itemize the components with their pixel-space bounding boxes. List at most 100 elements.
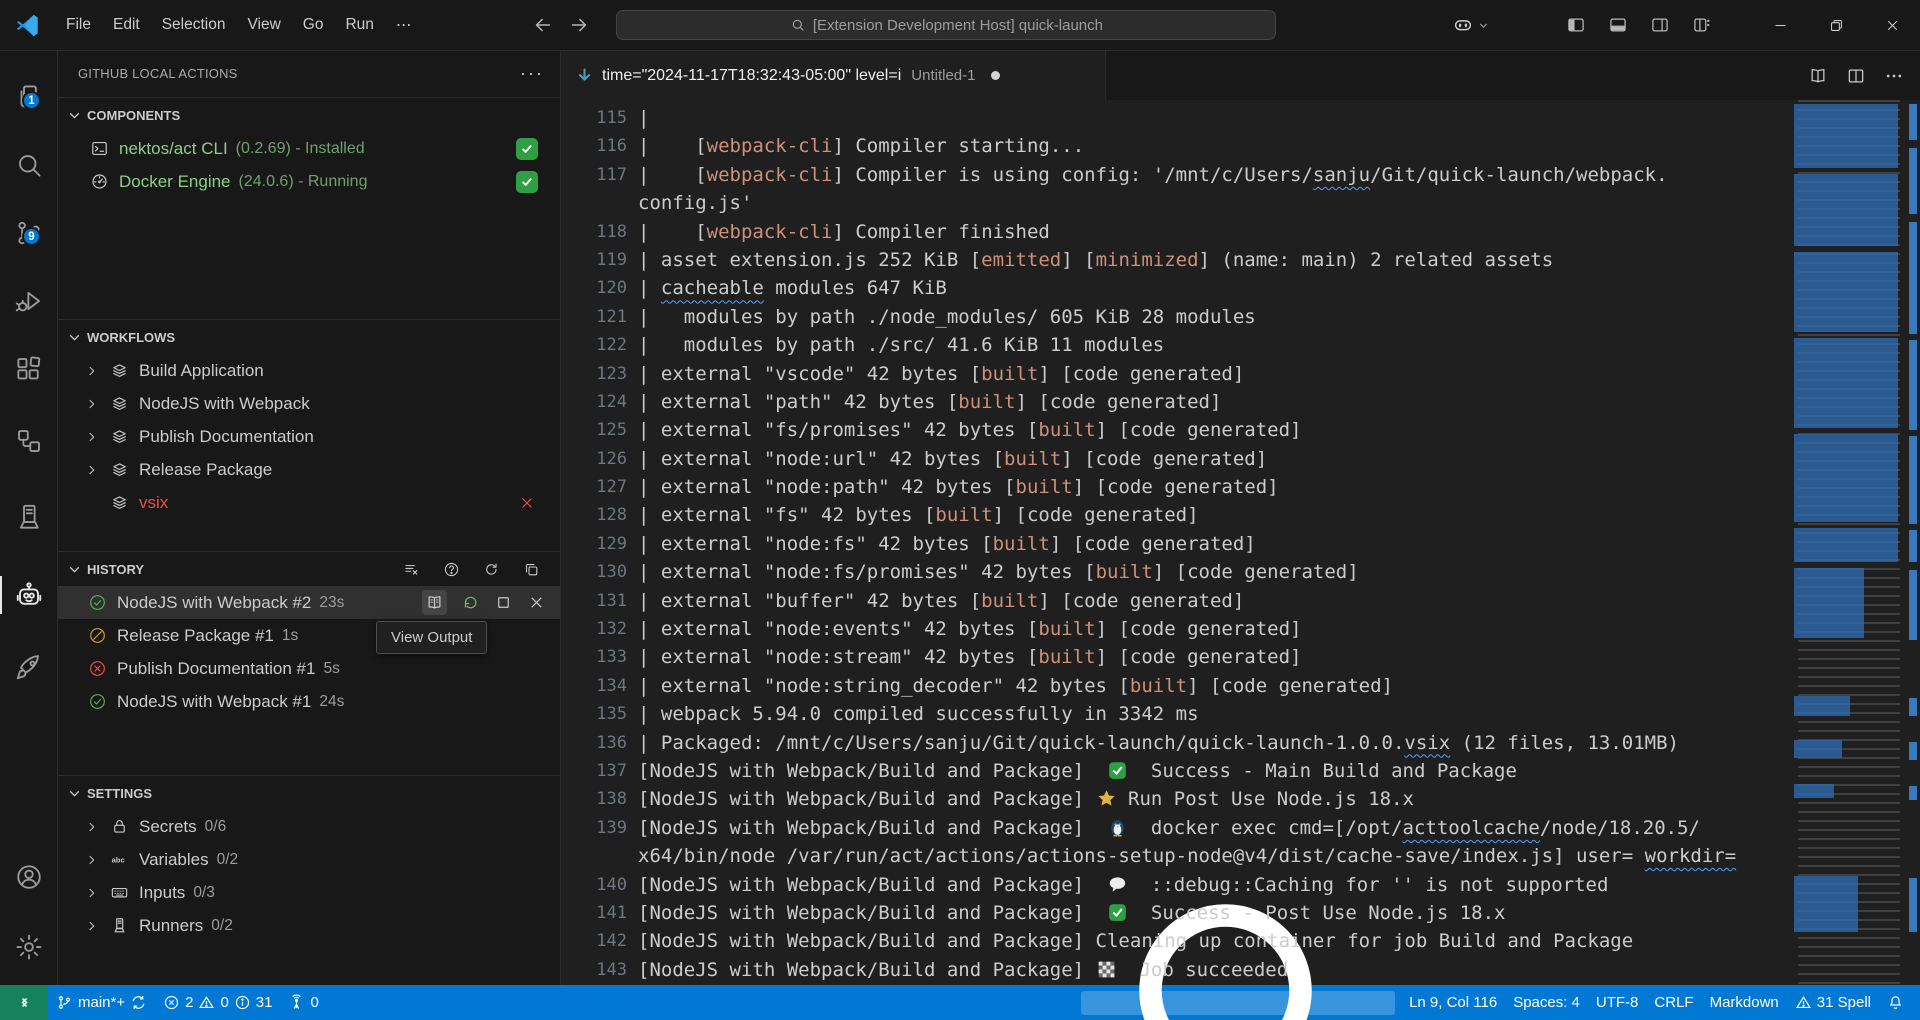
chevron-right-icon[interactable] (84, 429, 100, 445)
component-item[interactable]: nektos/act CLI (0.2.69) - Installed (58, 132, 560, 165)
overview-ruler[interactable] (1906, 100, 1920, 985)
components-header[interactable]: COMPONENTS (58, 98, 560, 132)
branch-status-item[interactable]: main*+ (48, 985, 155, 1020)
activity-item-account[interactable] (0, 851, 58, 903)
chevron-right-icon[interactable] (84, 462, 100, 478)
toggle-secondary-sidebar-icon[interactable] (1650, 15, 1670, 35)
settings-item-secrets[interactable]: Secrets 0/6 (58, 810, 560, 843)
workflow-item[interactable]: vsix (58, 486, 560, 519)
workflow-item[interactable]: Build Application (58, 354, 560, 387)
split-editor-icon[interactable] (1846, 66, 1866, 86)
refresh-icon[interactable] (483, 561, 500, 578)
workflow-item[interactable]: NodeJS with Webpack (58, 387, 560, 420)
restore-button[interactable] (1808, 0, 1864, 50)
code-area[interactable]: 115 | 116 | [webpack-cli] Compiler start… (561, 100, 1794, 985)
open-preview-icon[interactable] (1808, 66, 1828, 86)
menu-edit[interactable]: Edit (102, 10, 151, 40)
activity-item-extensions[interactable] (0, 343, 58, 395)
help-icon[interactable] (443, 561, 460, 578)
remove-icon[interactable] (527, 593, 546, 612)
chevron-right-icon[interactable] (84, 363, 100, 379)
menu-run[interactable]: Run (334, 10, 384, 40)
workflows-header[interactable]: WORKFLOWS (58, 320, 560, 354)
clear-history-icon[interactable] (403, 561, 420, 578)
back-arrow-icon[interactable] (532, 14, 554, 36)
chevron-right-icon[interactable] (84, 396, 100, 412)
activity-item-settings-gear[interactable] (0, 921, 58, 973)
eol-item[interactable]: CRLF (1646, 985, 1701, 1020)
menu-file[interactable]: File (55, 10, 102, 40)
problems-status-item[interactable]: 2 0 31 (155, 985, 280, 1020)
toggle-sidebar-icon[interactable] (1566, 15, 1586, 35)
editor-content[interactable]: 115 | 116 | [webpack-cli] Compiler start… (561, 100, 1920, 985)
stop-icon[interactable] (494, 593, 513, 612)
duplicate-icon[interactable] (523, 561, 540, 578)
notifications-item[interactable] (1879, 985, 1912, 1020)
settings-header[interactable]: SETTINGS (58, 776, 560, 810)
workflow-label: Release Package (139, 460, 272, 480)
minimize-button[interactable] (1752, 0, 1808, 50)
activity-item-source-control[interactable]: 9 (0, 207, 58, 259)
spell-checker-item[interactable]: 31 Spell (1787, 985, 1879, 1020)
view-output-icon[interactable] (422, 590, 447, 615)
component-checkbox[interactable] (516, 138, 538, 160)
activity-item-explorer[interactable]: 1 (0, 71, 58, 123)
workflow-label: Publish Documentation (139, 427, 314, 447)
svg-text:abc: abc (112, 856, 125, 865)
history-item[interactable]: NodeJS with Webpack #2 23s (58, 586, 560, 619)
indentation-item[interactable]: Spaces: 4 (1505, 985, 1588, 1020)
cursor-position-item[interactable]: Ln 9, Col 116 (1401, 985, 1505, 1020)
line-number: 139 (561, 814, 627, 842)
more-actions-icon[interactable] (1884, 66, 1904, 86)
line-number: 141 (561, 899, 627, 927)
toggle-panel-icon[interactable] (1608, 15, 1628, 35)
activity-item-hierarchy[interactable] (0, 415, 58, 467)
remove-workflow-icon[interactable] (518, 494, 536, 512)
forward-arrow-icon[interactable] (568, 14, 590, 36)
menu-overflow[interactable]: ⋯ (385, 10, 423, 41)
history-item[interactable]: NodeJS with Webpack #1 24s (58, 685, 560, 718)
workflow-label: vsix (139, 493, 168, 513)
customize-layout-icon[interactable] (1692, 15, 1712, 35)
tab-untitled-1[interactable]: time="2024-11-17T18:32:43-05:00" level=i… (561, 51, 1106, 100)
workflow-icon (110, 460, 129, 479)
minimap[interactable] (1794, 100, 1906, 985)
copilot-menu[interactable] (1452, 14, 1490, 36)
history-item[interactable]: Publish Documentation #1 5s (58, 652, 560, 685)
activity-item-run-debug[interactable] (0, 275, 58, 327)
settings-item-variables[interactable]: abc Variables 0/2 (58, 843, 560, 876)
settings-label: Secrets (139, 817, 197, 837)
line-number: 122 (561, 331, 627, 359)
server-environment-icon (14, 502, 44, 532)
chevron-right-icon[interactable] (84, 819, 100, 835)
modified-dot-icon[interactable] (991, 71, 1000, 80)
workflow-item[interactable]: Release Package (58, 453, 560, 486)
history-section: HISTORY NodeJS with Webpack #2 23s Relea… (58, 551, 560, 775)
component-checkbox[interactable] (516, 171, 538, 193)
restart-icon[interactable] (461, 593, 480, 612)
activity-item-search[interactable] (0, 139, 58, 191)
command-center[interactable]: [Extension Development Host] quick-launc… (616, 10, 1276, 40)
activity-item-rocket[interactable] (0, 641, 58, 693)
language-mode-item[interactable]: Markdown (1702, 985, 1787, 1020)
activity-item-github-local-actions[interactable] (0, 569, 58, 621)
chevron-right-icon[interactable] (84, 918, 100, 934)
activity-item-server-environment[interactable] (0, 491, 58, 543)
ports-status-item[interactable]: 0 (280, 985, 326, 1020)
encoding-item[interactable]: UTF-8 (1588, 985, 1647, 1020)
extensions-icon (14, 354, 44, 384)
history-header[interactable]: HISTORY (58, 552, 560, 586)
remote-indicator[interactable] (0, 985, 48, 1020)
close-button[interactable] (1864, 0, 1920, 50)
zoom-status-item[interactable] (1081, 991, 1395, 1015)
settings-item-runners[interactable]: Runners 0/2 (58, 909, 560, 942)
menu-go[interactable]: Go (292, 10, 335, 40)
chevron-right-icon[interactable] (84, 852, 100, 868)
workflow-item[interactable]: Publish Documentation (58, 420, 560, 453)
settings-item-inputs[interactable]: Inputs 0/3 (58, 876, 560, 909)
more-actions-icon[interactable]: ··· (520, 63, 544, 84)
chevron-right-icon[interactable] (84, 885, 100, 901)
menu-view[interactable]: View (236, 10, 291, 40)
menu-selection[interactable]: Selection (151, 10, 237, 40)
component-item[interactable]: Docker Engine (24.0.6) - Running (58, 165, 560, 198)
